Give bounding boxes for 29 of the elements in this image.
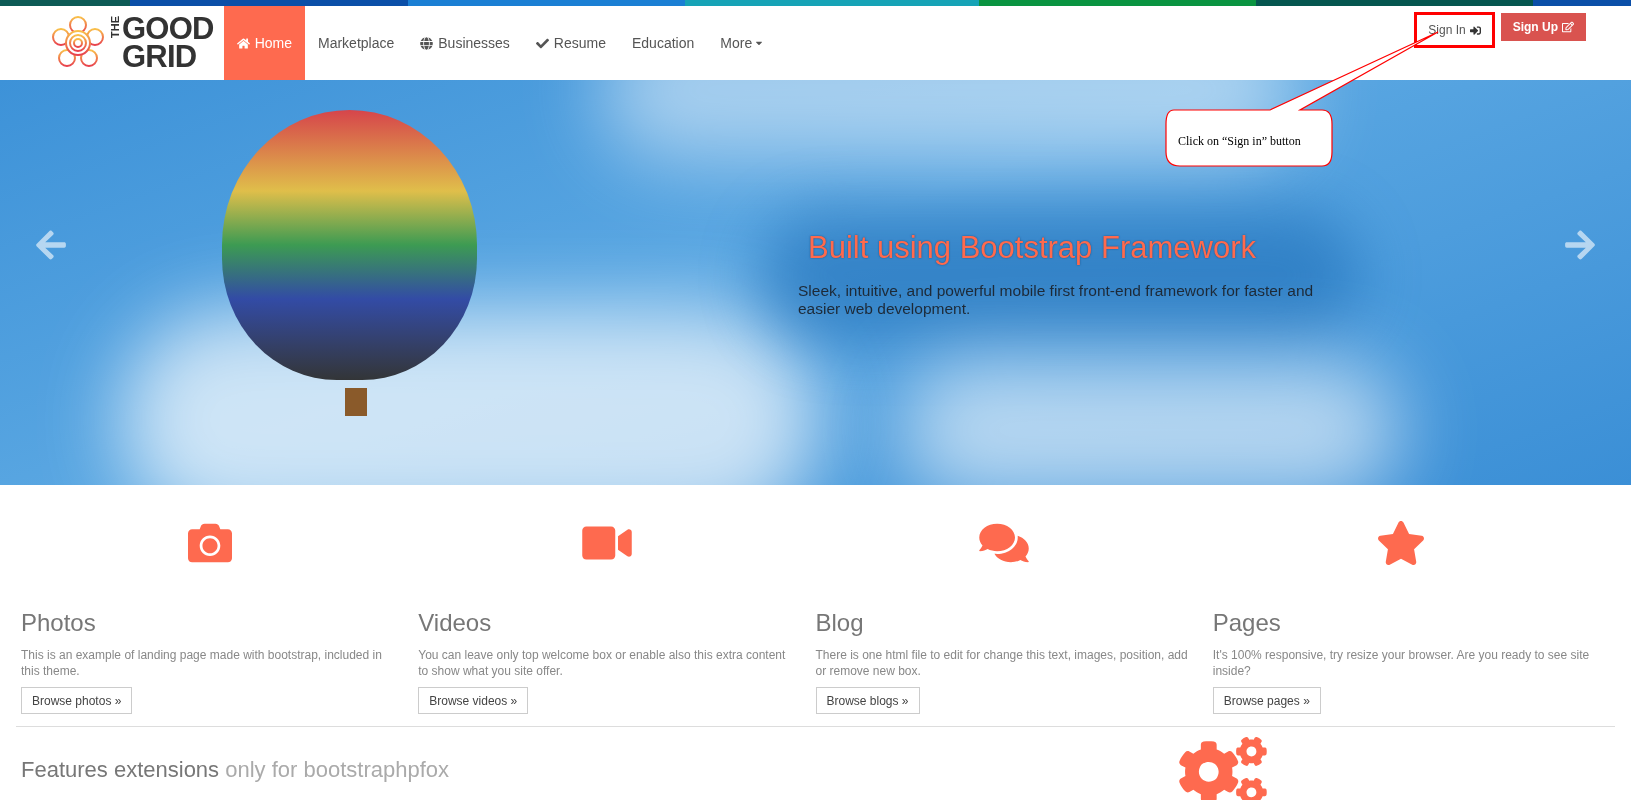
- browse-button[interactable]: Browse pages »: [1212, 687, 1321, 714]
- gears-icon: [1176, 737, 1270, 800]
- logo-text: GRID: [122, 43, 198, 71]
- feature-description: You can leave only top welcome box or enable also this extra content to show what you site offer.: [418, 647, 787, 680]
- browse-button[interactable]: Browse blogs »: [815, 687, 920, 714]
- browse-button[interactable]: Browse photos »: [21, 687, 133, 714]
- sign-up-button[interactable]: Sign Up: [1500, 13, 1586, 41]
- home-icon: [236, 36, 250, 50]
- feature-title: Pages: [1212, 608, 1282, 638]
- feature-title: Photos: [21, 608, 97, 638]
- feature-description: It's 100% responsive, try resize your browser. Are you ready to see site inside?: [1212, 647, 1590, 680]
- speech-bubbles-icon: [978, 521, 1031, 565]
- feature-description: There is one html file to edit for change this text, images, position, add or remove new box.: [815, 647, 1189, 680]
- checkmark-icon: [535, 36, 549, 50]
- edit-icon: [1562, 21, 1574, 33]
- section-title: Features extensions only for bootstraphpfox: [21, 756, 450, 784]
- hero-subtitle: Sleek, intuitive, and powerful mobile first front-end framework for faster and easier web development.: [798, 281, 1315, 318]
- logo-text: GOOD: [122, 15, 214, 43]
- globe-icon: [420, 36, 434, 50]
- callout-text: Click on “Sign in” button: [1178, 133, 1301, 150]
- hero-title: Built using Bootstrap Framework: [808, 229, 1257, 267]
- next-arrow-icon[interactable]: [1563, 228, 1597, 262]
- feature-title: Videos: [418, 608, 493, 638]
- previous-arrow-icon[interactable]: [34, 228, 68, 262]
- logo-text: THE: [110, 16, 121, 38]
- browse-button[interactable]: Browse videos »: [418, 687, 529, 714]
- feature-description: This is an example of landing page made with bootstrap, included in this theme.: [21, 647, 383, 680]
- sign-in-icon: [1469, 24, 1481, 36]
- feature-title: Blog: [815, 608, 865, 638]
